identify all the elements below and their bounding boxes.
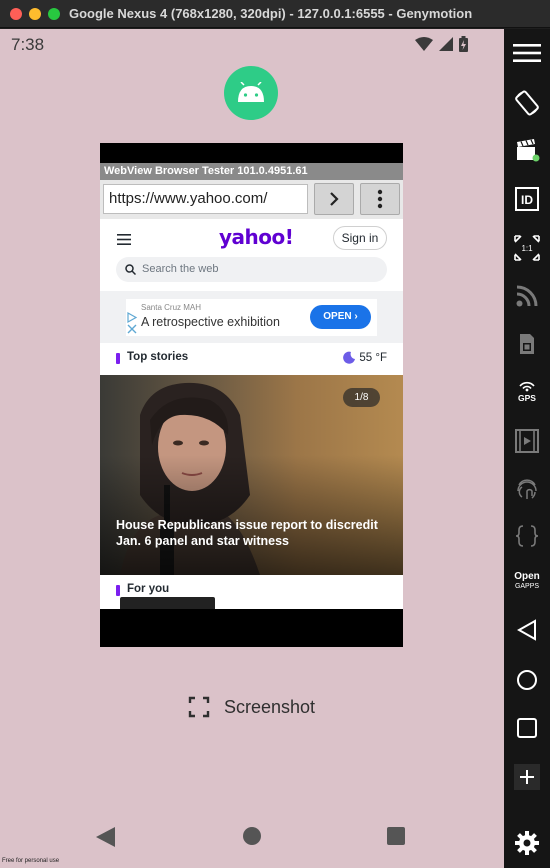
gps-label: GPS [518, 393, 536, 403]
android-screen: 7:38 WebView Browser Tester 101.0.4951.6… [0, 29, 504, 868]
close-window-button[interactable] [10, 8, 22, 20]
ad-sponsor: Santa Cruz MAH [141, 303, 202, 312]
webview-toolbar: https://www.yahoo.com/ [100, 180, 403, 219]
status-time: 7:38 [11, 35, 45, 54]
fullscreen-icon[interactable]: 1:1 [504, 235, 550, 261]
hero-story[interactable]: 1/8 House Republicans issue report to di… [100, 375, 403, 575]
video-clapper-icon[interactable] [504, 137, 550, 163]
overflow-menu-button[interactable] [360, 183, 400, 215]
slide-counter: 1/8 [343, 388, 380, 407]
id-icon[interactable]: ID [504, 187, 550, 211]
ad-banner[interactable]: Santa Cruz MAH A retrospective exhibitio… [126, 299, 377, 336]
open-label: Open [514, 571, 540, 582]
search-placeholder: Search the web [142, 263, 219, 275]
battery-icon [459, 36, 468, 52]
watermark: Free for personal use [2, 858, 60, 864]
app-preview: WebView Browser Tester 101.0.4951.61 htt… [100, 143, 403, 647]
open-gapps-icon[interactable]: Open GAPPS [504, 572, 550, 592]
fingerprint-icon[interactable] [504, 477, 550, 501]
ad-area: Santa Cruz MAH A retrospective exhibitio… [100, 291, 403, 343]
genymotion-window: Google Nexus 4 (768x1280, 320dpi) - 127.… [0, 0, 550, 868]
search-icon [125, 264, 136, 275]
ratio-label: 1:1 [521, 244, 533, 253]
more-vertical-icon [377, 189, 383, 209]
webview-title-bar: WebView Browser Tester 101.0.4951.61 [100, 163, 403, 180]
nav-back-icon[interactable] [94, 826, 116, 848]
section-marker [116, 585, 120, 596]
weather-temp: 55 °F [359, 351, 387, 364]
genymotion-toolbar: ID 1:1 GPS Open GAPPS [504, 29, 550, 868]
chevron-right-icon [330, 192, 339, 206]
id-label: ID [521, 193, 533, 207]
film-icon[interactable] [504, 429, 550, 453]
rotate-icon[interactable] [504, 89, 550, 117]
braces-icon[interactable] [504, 525, 550, 547]
hamburger-menu-icon[interactable] [117, 234, 131, 245]
top-stories-header: Top stories 55 °F [100, 343, 403, 375]
ad-text: A retrospective exhibition [141, 315, 280, 329]
nav-home-icon[interactable] [242, 826, 262, 846]
top-stories-label: Top stories [127, 351, 189, 363]
signal-icon [439, 37, 453, 51]
sim-card-icon[interactable] [504, 333, 550, 355]
yahoo-logo[interactable]: yahoo! [219, 225, 294, 249]
status-icons [415, 36, 468, 52]
hero-headline[interactable]: House Republicans issue report to discre… [116, 517, 391, 549]
android-robot-icon [238, 82, 264, 102]
for-you-label: For you [127, 583, 170, 595]
add-icon[interactable] [504, 764, 550, 790]
sign-in-button[interactable]: Sign in [333, 226, 387, 250]
weather-widget[interactable]: 55 °F [343, 351, 387, 364]
moon-icon [343, 351, 356, 364]
zoom-window-button[interactable] [48, 8, 60, 20]
rss-icon[interactable] [504, 285, 550, 307]
search-input[interactable]: Search the web [116, 257, 387, 282]
screenshot-button[interactable]: Screenshot [188, 696, 315, 718]
url-input[interactable]: https://www.yahoo.com/ [103, 184, 308, 214]
gapps-label: GAPPS [514, 583, 540, 590]
screenshot-label: Screenshot [224, 696, 316, 717]
wifi-icon [415, 37, 433, 51]
nav-recents-icon[interactable] [386, 826, 406, 846]
back-icon[interactable] [504, 619, 550, 641]
ad-open-label: OPEN [323, 311, 352, 322]
section-marker [116, 353, 120, 364]
home-icon[interactable] [504, 669, 550, 691]
recents-icon[interactable] [504, 717, 550, 739]
minimize-window-button[interactable] [29, 8, 41, 20]
android-logo [224, 66, 278, 120]
go-button[interactable] [314, 183, 354, 215]
story-thumbnail[interactable] [120, 597, 215, 609]
settings-icon[interactable] [504, 831, 550, 855]
menu-icon[interactable] [504, 43, 550, 63]
screenshot-icon [188, 696, 210, 718]
ad-open-button[interactable]: OPEN › [310, 305, 371, 329]
ad-choices-icon[interactable] [127, 312, 138, 334]
window-titlebar: Google Nexus 4 (768x1280, 320dpi) - 127.… [0, 0, 550, 28]
window-title: Google Nexus 4 (768x1280, 320dpi) - 127.… [69, 6, 473, 21]
yahoo-page: yahoo! Sign in Search the web Santa Cruz… [100, 219, 403, 609]
chevron-right-icon: › [354, 311, 358, 322]
gps-icon[interactable]: GPS [504, 379, 550, 403]
